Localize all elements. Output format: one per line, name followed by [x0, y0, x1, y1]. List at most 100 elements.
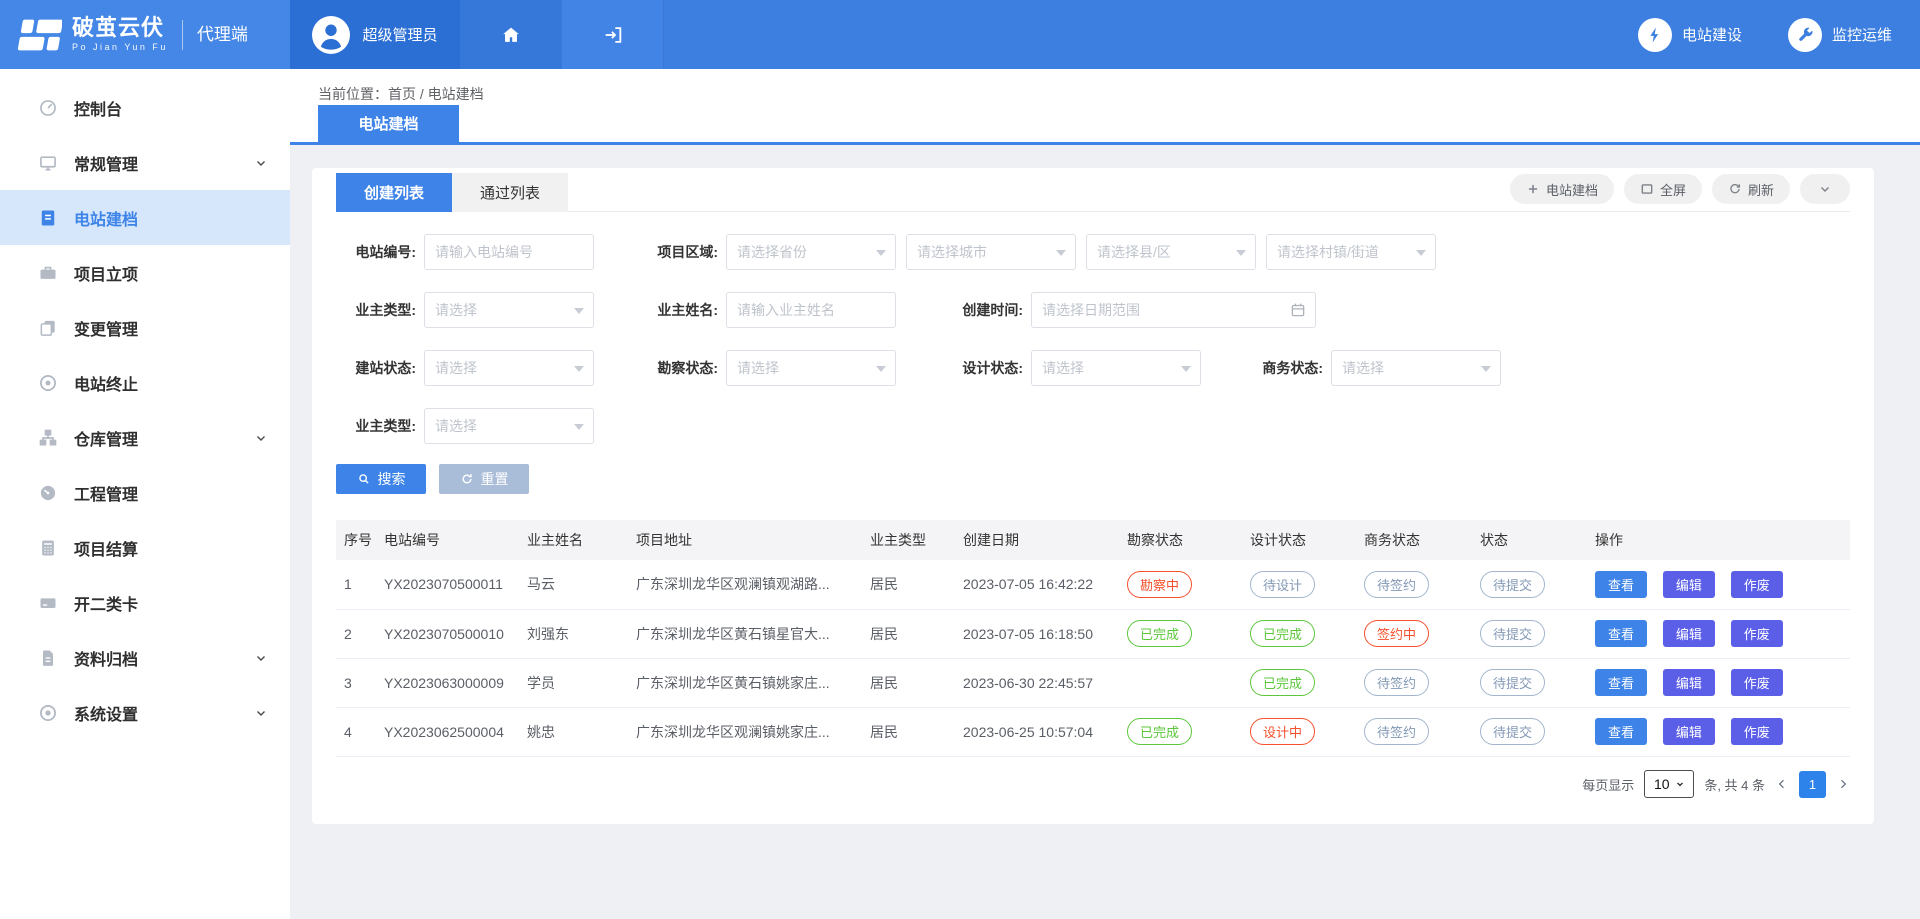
sidebar-item-system-settings[interactable]: 系统设置 [0, 685, 290, 740]
col-status: 状态 [1472, 520, 1587, 560]
col-survey: 勘察状态 [1119, 520, 1242, 560]
sidebar-item-project-settlement[interactable]: 项目结算 [0, 520, 290, 575]
sidebar-item-station-termination[interactable]: 电站终止 [0, 355, 290, 410]
view-button[interactable]: 查看 [1595, 571, 1647, 598]
cell-owner: 刘强东 [519, 609, 628, 658]
reset-button[interactable]: 重置 [439, 464, 529, 494]
brand: 破茧云伏 Po Jian Yun Fu 代理端 [0, 0, 290, 69]
sidebar-item-project-initiation[interactable]: 项目立项 [0, 245, 290, 300]
search-button[interactable]: 搜索 [336, 464, 426, 494]
col-design: 设计状态 [1242, 520, 1356, 560]
survey-status-badge: 勘察中 [1127, 571, 1192, 598]
cell-created: 2023-07-05 16:18:50 [955, 609, 1119, 658]
cell-business: 签约中 [1356, 609, 1472, 658]
county-select[interactable]: 请选择县/区 [1086, 234, 1256, 270]
view-button[interactable]: 查看 [1595, 620, 1647, 647]
prev-page-button[interactable] [1775, 777, 1789, 791]
sidebar-item-warehouse-mgmt[interactable]: 仓库管理 [0, 410, 290, 465]
cell-status: 待提交 [1472, 707, 1587, 756]
void-button[interactable]: 作废 [1731, 669, 1783, 696]
sidebar-item-data-archive[interactable]: 资料归档 [0, 630, 290, 685]
gauge-icon [38, 98, 58, 118]
home-button[interactable] [460, 0, 562, 69]
logout-button[interactable] [562, 0, 664, 69]
cell-business: 待签约 [1356, 707, 1472, 756]
cell-created: 2023-06-30 22:45:57 [955, 658, 1119, 707]
sidebar-item-station-filing[interactable]: 电站建档 [0, 190, 290, 245]
user-menu[interactable]: 超级管理员 [290, 0, 460, 69]
cell-address: 广东深圳龙华区黄石镇姚家庄... [628, 658, 862, 707]
town-select[interactable]: 请选择村镇/街道 [1266, 234, 1436, 270]
caret-down-icon [1675, 779, 1685, 789]
chevron-down-icon [254, 431, 268, 445]
chevron-left-icon [1775, 777, 1789, 791]
page-size-select[interactable]: 10 [1644, 770, 1694, 798]
chevron-down-icon [254, 651, 268, 665]
page-number-button[interactable]: 1 [1799, 771, 1826, 798]
cell-owner: 姚忠 [519, 707, 628, 756]
station-no-label: 电站编号: [336, 234, 416, 270]
station-no-input[interactable] [424, 234, 594, 270]
build-status-select[interactable]: 请选择 [424, 350, 594, 386]
next-page-button[interactable] [1836, 777, 1850, 791]
sidebar-item-general-mgmt[interactable]: 常规管理 [0, 135, 290, 190]
owner-name-input[interactable] [726, 292, 896, 328]
page-tab-station-filing[interactable]: 电站建档 [318, 105, 459, 142]
table-row: 4 YX2023062500004 姚忠 广东深圳龙华区观澜镇姚家庄... 居民… [336, 707, 1850, 756]
breadcrumb: 当前位置：首页 / 电站建档 [290, 69, 1920, 104]
edit-button[interactable]: 编辑 [1663, 669, 1715, 696]
collapse-toggle-button[interactable] [1800, 174, 1850, 204]
sidebar-item-change-mgmt[interactable]: 变更管理 [0, 300, 290, 355]
cell-owner: 学员 [519, 658, 628, 707]
status-badge: 待提交 [1480, 571, 1545, 598]
col-business: 商务状态 [1356, 520, 1472, 560]
refresh-button[interactable]: 刷新 [1712, 174, 1790, 204]
station-filing-card: 创建列表 通过列表 电站建档 全屏 刷新 [312, 168, 1874, 824]
void-button[interactable]: 作废 [1731, 718, 1783, 745]
owner-type-select[interactable]: 请选择 [424, 292, 594, 328]
sitemap-icon [38, 428, 58, 448]
design-status-select[interactable]: 请选择 [1031, 350, 1201, 386]
nav-power-build[interactable]: 电站建设 [1638, 18, 1742, 52]
cell-code: YX2023063000009 [376, 658, 519, 707]
edit-button[interactable]: 编辑 [1663, 620, 1715, 647]
view-button[interactable]: 查看 [1595, 718, 1647, 745]
owner-type-label: 业主类型: [336, 292, 416, 328]
nav-monitor-ops[interactable]: 监控运维 [1788, 18, 1892, 52]
edit-button[interactable]: 编辑 [1663, 571, 1715, 598]
cell-survey: 勘察中 [1119, 560, 1242, 609]
design-status-badge: 已完成 [1250, 669, 1315, 696]
business-status-select[interactable]: 请选择 [1331, 350, 1501, 386]
build-status-label: 建站状态: [336, 350, 416, 386]
province-select[interactable]: 请选择省份 [726, 234, 896, 270]
view-button[interactable]: 查看 [1595, 669, 1647, 696]
fullscreen-button[interactable]: 全屏 [1624, 174, 1702, 204]
calendar-icon [1289, 301, 1307, 319]
cell-status: 待提交 [1472, 658, 1587, 707]
void-button[interactable]: 作废 [1731, 620, 1783, 647]
cell-status: 待提交 [1472, 609, 1587, 658]
tab-passed-list[interactable]: 通过列表 [452, 173, 568, 212]
design-status-badge: 设计中 [1250, 718, 1315, 745]
sidebar-item-open-class2-card[interactable]: 开二类卡 [0, 575, 290, 630]
cell-design: 已完成 [1242, 658, 1356, 707]
edit-button[interactable]: 编辑 [1663, 718, 1715, 745]
owner-name-label: 业主姓名: [638, 292, 718, 328]
survey-status-select[interactable]: 请选择 [726, 350, 896, 386]
topbar: 破茧云伏 Po Jian Yun Fu 代理端 超级管理员 [0, 0, 1920, 69]
cell-owner: 马云 [519, 560, 628, 609]
nav-monitor-ops-label: 监控运维 [1832, 24, 1892, 45]
owner-type2-label: 业主类型: [336, 408, 416, 444]
date-range-input[interactable]: 请选择日期范围 [1031, 292, 1316, 328]
cell-survey: 已完成 [1119, 609, 1242, 658]
sidebar-item-engineering-mgmt[interactable]: 工程管理 [0, 465, 290, 520]
create-station-button[interactable]: 电站建档 [1510, 174, 1614, 204]
caret-down-icon [1481, 366, 1491, 372]
owner-type2-select[interactable]: 请选择 [424, 408, 594, 444]
status-badge: 待提交 [1480, 620, 1545, 647]
tab-create-list[interactable]: 创建列表 [336, 173, 452, 212]
page-size-label: 每页显示 [1582, 775, 1634, 794]
void-button[interactable]: 作废 [1731, 571, 1783, 598]
sidebar-item-console[interactable]: 控制台 [0, 80, 290, 135]
city-select[interactable]: 请选择城市 [906, 234, 1076, 270]
